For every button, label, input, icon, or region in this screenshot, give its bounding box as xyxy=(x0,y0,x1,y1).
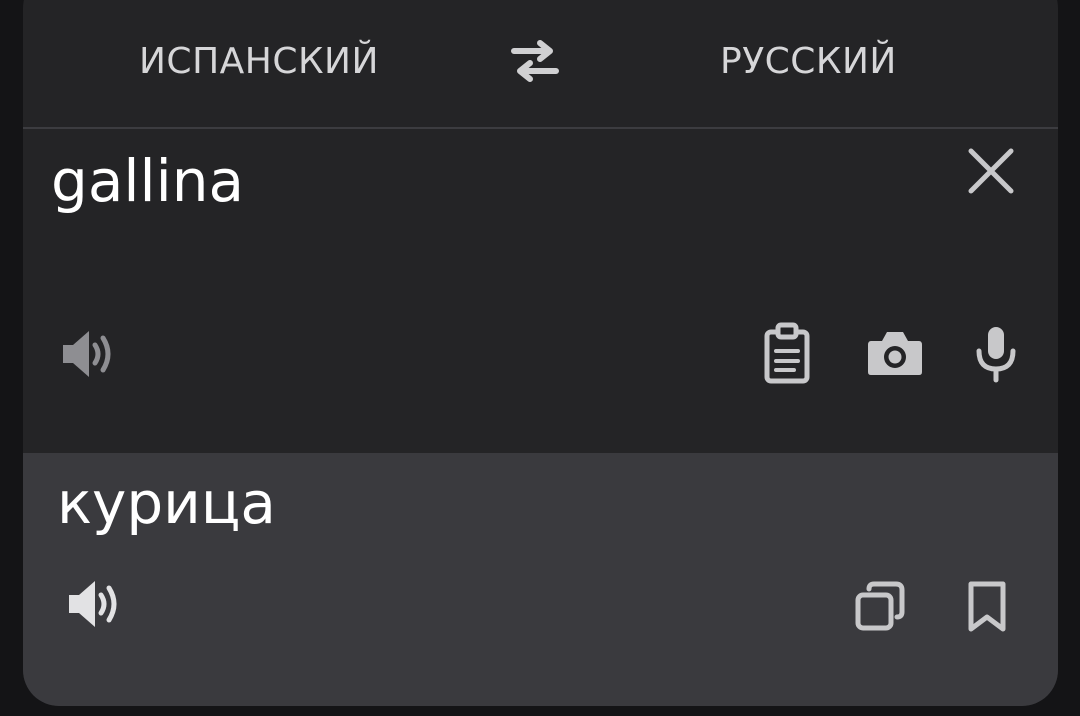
paste-button[interactable] xyxy=(764,322,810,384)
source-input-area[interactable]: gallina xyxy=(23,129,1058,453)
camera-button[interactable] xyxy=(867,329,923,377)
swap-languages-button[interactable] xyxy=(508,35,562,89)
microphone-button[interactable] xyxy=(975,325,1017,383)
speaker-icon xyxy=(63,331,111,377)
bookmark-icon xyxy=(968,581,1006,632)
clipboard-icon xyxy=(764,322,810,384)
swap-arrows-icon xyxy=(511,40,559,82)
speaker-icon xyxy=(69,581,117,627)
copy-translation-button[interactable] xyxy=(855,581,905,631)
translator-card: ИСПАНСКИЙ РУССКИЙ gallina курица xyxy=(23,0,1058,706)
source-language-button[interactable]: ИСПАНСКИЙ xyxy=(139,40,379,84)
language-bar: ИСПАНСКИЙ РУССКИЙ xyxy=(23,0,1058,129)
translation-output-area: курица xyxy=(23,453,1058,706)
save-translation-button[interactable] xyxy=(967,581,1007,633)
speak-translation-button[interactable] xyxy=(67,577,125,631)
clear-button[interactable] xyxy=(967,147,1015,195)
camera-icon xyxy=(868,332,922,375)
microphone-icon xyxy=(976,327,1016,383)
copy-icon xyxy=(855,581,905,631)
speak-source-button[interactable] xyxy=(61,327,119,381)
translated-text: курица xyxy=(57,469,276,537)
target-language-button[interactable]: РУССКИЙ xyxy=(720,40,897,84)
source-text[interactable]: gallina xyxy=(51,141,244,221)
close-icon xyxy=(968,148,1014,194)
